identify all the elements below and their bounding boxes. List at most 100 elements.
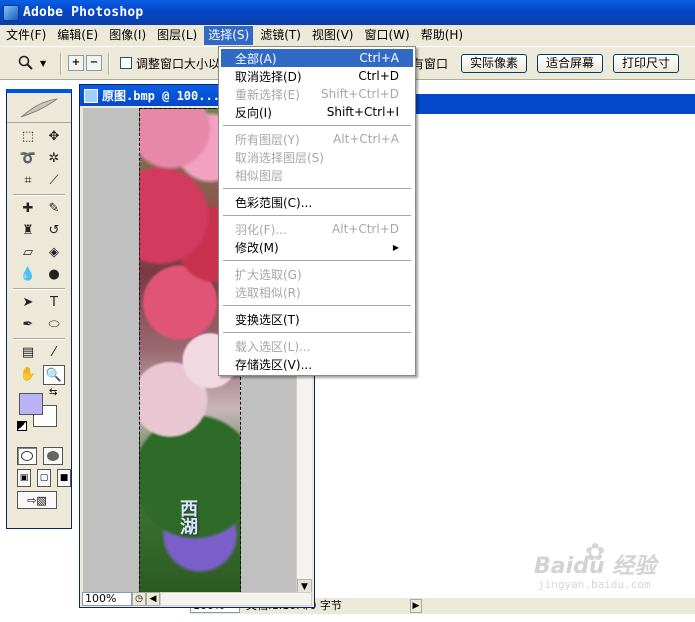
select-menu-item: 羽化(F)... Alt+Ctrl+D (221, 220, 413, 238)
slice-tool-icon[interactable]: ⟋ (43, 171, 65, 191)
menu-item-label: 相似图层 (235, 168, 284, 183)
baidu-url: jingyan.baidu.com (538, 578, 651, 591)
standard-mode-button[interactable] (17, 447, 37, 465)
menu-item-shortcut: Ctrl+D (358, 69, 399, 83)
document-status-bar: 100% ◷ ◀ (82, 592, 312, 606)
jump-to-imageready-button[interactable]: ⇨▧ (17, 491, 57, 509)
quick-mask-button[interactable] (43, 447, 63, 465)
document-title: 原图.bmp @ 100... (102, 89, 220, 103)
zoom-in-button[interactable]: + (68, 55, 84, 71)
document-icon (84, 88, 98, 103)
foreground-color-swatch[interactable] (19, 393, 43, 415)
crop-tool-icon[interactable]: ⌗ (17, 171, 39, 191)
submenu-arrow-icon: ▶ (392, 242, 399, 252)
select-menu-item: 扩大选取(G) (221, 265, 413, 283)
menu-image[interactable]: 图像(I) (105, 26, 150, 45)
zoom-out-button[interactable]: − (86, 55, 102, 71)
menu-window[interactable]: 窗口(W) (360, 26, 413, 45)
pen-tool-icon[interactable]: ✒ (17, 315, 39, 335)
menu-help[interactable]: 帮助(H) (417, 26, 467, 45)
lasso-tool-icon[interactable]: ➰ (17, 149, 39, 169)
zoom-tool-icon (18, 55, 33, 70)
feather-logo-icon[interactable] (7, 93, 71, 123)
notes-tool-icon[interactable]: ▤ (17, 343, 39, 363)
select-menu-item[interactable]: 色彩范围(C)... (221, 193, 413, 211)
screen-mode-icon: ▣ (19, 473, 29, 483)
magic-wand-tool-icon[interactable]: ✲ (43, 149, 65, 169)
full-screen-mode-button[interactable]: ■ (57, 469, 71, 487)
menu-separator (221, 328, 413, 337)
healing-brush-tool-icon[interactable]: ✚ (17, 199, 39, 219)
menu-item-label: 存储选区(V)... (235, 357, 313, 372)
photoshop-app-icon (3, 4, 19, 21)
divider (60, 53, 62, 75)
menu-item-shortcut: Shift+Ctrl+D (321, 87, 399, 101)
tool-grid: ⬚ ✥ ➰ ✲ ⌗ ⟋ (7, 123, 71, 191)
paint-bucket-tool-icon[interactable]: ◈ (43, 243, 65, 263)
actual-pixels-button[interactable]: 实际像素 (461, 54, 527, 73)
shape-tool-icon[interactable]: ⬭ (43, 315, 65, 335)
color-swatches: ⇆ (7, 385, 71, 443)
select-menu-item[interactable]: 取消选择(D) Ctrl+D (221, 67, 413, 85)
menu-item-label: 色彩范围(C)... (235, 195, 313, 210)
horizontal-scrollbar[interactable] (160, 592, 312, 606)
menu-item-label: 选取相似(R) (235, 285, 301, 300)
print-size-button[interactable]: 打印尺寸 (613, 54, 679, 73)
select-menu-item[interactable]: 存储选区(V)... (221, 355, 413, 373)
blur-tool-icon[interactable]: 💧 (17, 265, 39, 285)
eraser-tool-icon[interactable]: ▱ (17, 243, 39, 263)
menu-item-label: 全部(A) (235, 51, 277, 66)
status-menu-arrow-icon[interactable]: ▶ (410, 599, 422, 613)
swap-colors-icon[interactable]: ⇆ (49, 387, 57, 398)
standard-mode-icon (21, 451, 33, 461)
menu-separator (221, 301, 413, 310)
imageready-icon: ⇨▧ (27, 493, 47, 507)
menu-filter[interactable]: 滤镜(T) (256, 26, 305, 45)
divider (13, 288, 65, 290)
menu-item-label: 变换选区(T) (235, 312, 300, 327)
standard-screen-mode-button[interactable]: ▣ (17, 469, 31, 487)
divider (13, 194, 65, 196)
type-tool-icon[interactable]: T (43, 293, 65, 313)
menu-edit[interactable]: 编辑(E) (53, 26, 102, 45)
hand-tool-icon[interactable]: ✋ (17, 365, 39, 385)
menu-item-shortcut: Ctrl+A (359, 51, 399, 65)
menu-layer[interactable]: 图层(L) (153, 26, 201, 45)
select-menu-item[interactable]: 全部(A) Ctrl+A (221, 49, 413, 67)
select-menu-item[interactable]: 反向(I) Shift+Ctrl+I (221, 103, 413, 121)
menu-item-label: 重新选择(E) (235, 87, 300, 102)
menu-item-shortcut: Shift+Ctrl+I (326, 105, 399, 119)
menu-select[interactable]: 选择(S) (204, 26, 254, 45)
zoom-tool-icon[interactable]: 🔍 (43, 365, 65, 385)
menu-item-label: 扩大选取(G) (235, 267, 302, 282)
menu-item-label: 羽化(F)... (235, 222, 287, 237)
path-selection-tool-icon[interactable]: ➤ (17, 293, 39, 313)
select-menu-item: 取消选择图层(S) (221, 148, 413, 166)
history-brush-tool-icon[interactable]: ↺ (43, 221, 65, 241)
select-menu-item[interactable]: 修改(M) ▶ (221, 238, 413, 256)
menu-view[interactable]: 视图(V) (308, 26, 358, 45)
scroll-left-icon[interactable]: ◀ (146, 592, 160, 606)
full-screen-menu-mode-button[interactable]: ▢ (37, 469, 51, 487)
brush-tool-icon[interactable]: ✎ (43, 199, 65, 219)
select-menu-item: 所有图层(Y) Alt+Ctrl+A (221, 130, 413, 148)
default-colors-icon[interactable] (17, 421, 27, 431)
mask-mode-row (7, 443, 71, 465)
tool-preset-picker[interactable]: ▼ (18, 53, 52, 73)
eyedropper-tool-icon[interactable]: ⁄ (43, 343, 65, 363)
resize-windows-checkbox[interactable] (120, 57, 132, 69)
select-menu-item[interactable]: 变换选区(T) (221, 310, 413, 328)
clone-stamp-tool-icon[interactable]: ♜ (17, 221, 39, 241)
zoom-field[interactable]: 100% (82, 592, 132, 606)
image-caption: 西湖 (177, 499, 198, 535)
screen-mode-icon: ■ (59, 473, 69, 483)
baidu-watermark: Baidu 经验 (534, 554, 657, 579)
fit-screen-button[interactable]: 适合屏幕 (537, 54, 603, 73)
menu-item-shortcut: Alt+Ctrl+A (333, 132, 399, 146)
dodge-tool-icon[interactable]: ● (43, 265, 65, 285)
window-title: Adobe Photoshop (23, 5, 144, 20)
move-tool-icon[interactable]: ✥ (43, 127, 65, 147)
menu-file[interactable]: 文件(F) (2, 26, 50, 45)
status-menu-icon[interactable]: ◷ (132, 592, 146, 606)
marquee-tool-icon[interactable]: ⬚ (17, 127, 39, 147)
